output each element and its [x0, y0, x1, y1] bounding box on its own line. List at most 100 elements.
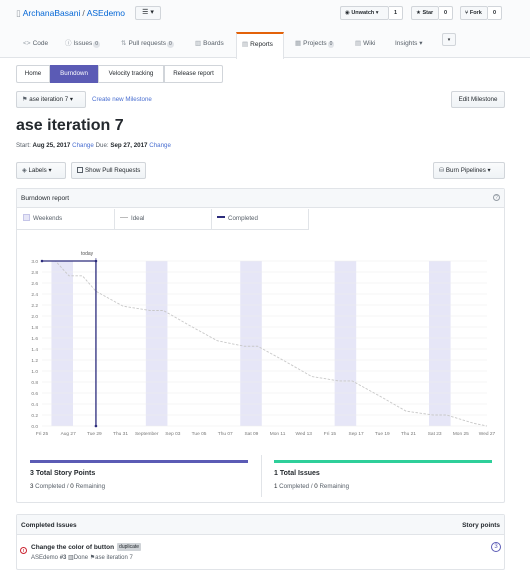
completed-point	[40, 259, 44, 263]
burndown-header: Burndown report ?	[17, 189, 504, 208]
zenhub-menu-button[interactable]: ▾	[442, 33, 456, 46]
completed-point	[94, 424, 98, 428]
story-points-status: 3 Completed / 0 Remaining	[30, 483, 105, 490]
tab-issues[interactable]: ⓘ Issues 0	[60, 34, 105, 58]
y-tick-label: 0.4	[31, 402, 38, 408]
x-tick-label: Tue 29	[87, 431, 102, 437]
change-start-link[interactable]: Change	[72, 142, 94, 149]
create-milestone-link[interactable]: Create new Milestone	[92, 96, 152, 103]
subtab-release-report[interactable]: Release report	[164, 65, 223, 83]
tab-pull-requests-label: Pull requests	[128, 40, 167, 47]
issues-bar	[274, 460, 492, 463]
x-tick-label: Mon 25	[453, 431, 469, 437]
due-date: Sep 27, 2017	[110, 142, 148, 149]
x-tick-label: Tue 19	[375, 431, 390, 437]
burn-pipelines-button[interactable]: ⛁ Burn Pipelines ▾	[433, 162, 505, 179]
tab-reports-label: Reports	[250, 41, 273, 48]
x-tick-label: Sep 03	[165, 431, 181, 437]
tab-code[interactable]: <> Code	[18, 34, 53, 58]
projects-icon: ▦	[295, 40, 302, 47]
show-pull-requests-toggle[interactable]: Show Pull Requests	[71, 162, 146, 179]
tab-insights[interactable]: Insights ▾	[390, 34, 427, 58]
legend-weekends[interactable]: Weekends	[23, 209, 62, 229]
tab-insights-label: Insights ▾	[395, 40, 423, 47]
story-remaining-text: Remaining	[73, 483, 106, 490]
tab-boards[interactable]: ▥ Boards	[190, 34, 229, 58]
issues-status: 1 Completed / 0 Remaining	[274, 483, 349, 490]
labels-filter-label: Labels	[28, 167, 47, 174]
completed-issues-panel: Completed Issues Story points ! Change t…	[16, 514, 505, 570]
x-tick-label: Thu 07	[218, 431, 233, 437]
start-label: Start:	[16, 142, 31, 149]
burn-pipelines-label: Burn Pipelines	[445, 167, 486, 174]
fork-count[interactable]: 0	[488, 6, 502, 20]
completed-issues-title: Completed Issues	[21, 522, 77, 529]
change-due-link[interactable]: Change	[149, 142, 171, 149]
y-tick-label: 3.0	[31, 259, 38, 265]
watch-count[interactable]: 1	[389, 6, 403, 20]
boards-icon: ▥	[195, 40, 202, 47]
fork-button[interactable]: ⑂ Fork	[460, 6, 488, 20]
tab-issues-label: Issues	[73, 40, 93, 47]
y-tick-label: 0.0	[31, 424, 38, 430]
x-tick-label: Tue 05	[192, 431, 207, 437]
repo-owner-link[interactable]: ArchanaBasani	[23, 8, 81, 18]
tab-pull-requests[interactable]: ⇅ Pull requests 0	[116, 34, 179, 58]
story-points-total: 3 Total Story Points	[30, 470, 96, 477]
unwatch-button[interactable]: ◉ Unwatch ▾	[340, 6, 389, 20]
repo-separator: /	[82, 8, 85, 18]
x-tick-label: Fri 25	[36, 431, 49, 437]
subtab-burndown[interactable]: Burndown	[50, 65, 98, 83]
due-label: Due:	[95, 142, 109, 149]
tab-projects[interactable]: ▦ Projects 0	[290, 34, 339, 58]
subtab-velocity-tracking[interactable]: Velocity tracking	[98, 65, 164, 83]
star-button[interactable]: ★ Star	[411, 6, 439, 20]
story-points-header: Story points	[462, 522, 500, 529]
x-tick-label: Sat 09	[244, 431, 258, 437]
summary-divider	[261, 455, 262, 497]
legend-ideal[interactable]: Ideal	[120, 209, 144, 229]
legend-completed[interactable]: Completed	[217, 209, 258, 229]
legend-ideal-label: Ideal	[131, 215, 145, 222]
issues-remaining-text: Remaining	[317, 483, 350, 490]
repo-title: ▯ ArchanaBasani / ASEdemo	[16, 8, 125, 19]
subtab-home[interactable]: Home	[16, 65, 50, 83]
burndown-chart: 3.0 2.8 2.6 2.4 2.2 2.0 1.8 1.6 1.4 1.2 1.0 0.8 0.6 0…	[31, 251, 495, 437]
chart-legend: Weekends Ideal Completed	[17, 209, 309, 230]
today-label: today	[81, 251, 94, 257]
issue-repo: ASEdemo	[31, 555, 59, 561]
repo-menu-button[interactable]: ☰ ▾	[135, 6, 161, 20]
star-count[interactable]: 0	[439, 6, 453, 20]
labels-filter-button[interactable]: ◈ Labels ▾	[16, 162, 66, 179]
tab-reports[interactable]: ▤ Reports	[236, 32, 284, 59]
y-tick-label: 1.8	[31, 325, 38, 331]
tab-code-label: Code	[32, 40, 49, 47]
milestone-selector[interactable]: ⚑ ase iteration 7 ▾	[16, 91, 86, 108]
issue-label-badge[interactable]: duplicate	[117, 543, 142, 551]
ideal-swatch	[120, 217, 128, 218]
issue-title-link[interactable]: Change the color of button duplicate	[31, 543, 142, 551]
edit-milestone-button[interactable]: Edit Milestone	[451, 91, 505, 108]
caret-down-icon: ▾	[485, 167, 491, 174]
legend-weekends-label: Weekends	[33, 215, 63, 222]
y-tick-label: 0.8	[31, 380, 38, 386]
legend-completed-label: Completed	[228, 215, 258, 222]
weekend-band	[334, 261, 357, 426]
y-tick-label: 1.4	[31, 347, 38, 353]
issue-story-points[interactable]: 3	[491, 542, 501, 552]
y-tick-label: 1.0	[31, 369, 38, 375]
tab-wiki[interactable]: ▤ Wiki	[350, 34, 380, 58]
weekend-band	[51, 261, 74, 426]
y-tick-label: 2.8	[31, 270, 38, 276]
projects-count-badge: 0	[327, 41, 335, 48]
issues-total: 1 Total Issues	[274, 470, 320, 477]
milestone-title: ase iteration 7	[16, 117, 124, 134]
wiki-icon: ▤	[355, 40, 362, 47]
repo-name-link[interactable]: ASEdemo	[87, 8, 125, 18]
y-tick-label: 0.6	[31, 391, 38, 397]
completed-point	[94, 259, 98, 263]
story-completed-text: Completed /	[33, 483, 71, 490]
show-pull-requests-label: Show Pull Requests	[85, 167, 141, 174]
help-icon[interactable]: ?	[493, 194, 500, 201]
issue-pipeline: Done	[73, 555, 89, 561]
